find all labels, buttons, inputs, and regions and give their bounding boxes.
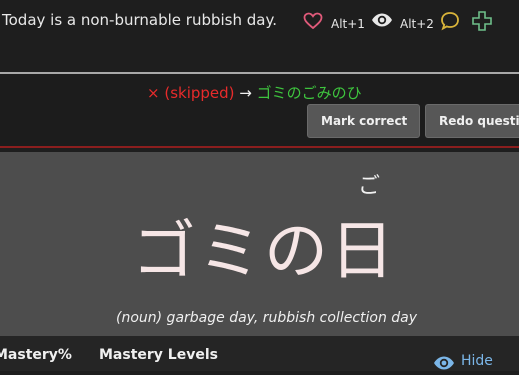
speech-bubble-icon[interactable] [440, 11, 460, 35]
vocab-meaning: (noun) garbage day, rubbish collection d… [116, 310, 418, 326]
vocab-word: ゴミの日 [132, 215, 396, 289]
alt2-label: Alt+2 [400, 17, 434, 31]
eye-icon[interactable] [433, 355, 455, 375]
skipped-mark: × (skipped) [147, 84, 235, 102]
furigana: ご [358, 174, 381, 199]
divider-red [0, 146, 519, 148]
bottom-tab-bar: Mastery% Mastery Levels Hide [0, 336, 519, 371]
answer-result: × (skipped) → ゴミのごみのひ [147, 82, 362, 103]
eye-icon[interactable] [371, 12, 393, 32]
tab-mastery-percent[interactable]: Mastery% [0, 347, 72, 363]
plus-icon[interactable] [471, 10, 493, 36]
heart-icon[interactable] [303, 12, 323, 34]
redo-question-button[interactable]: Redo question [425, 104, 519, 138]
sentence-bar: Today is a non-burnable rubbish day. Alt… [0, 0, 519, 72]
sentence-text: Today is a non-burnable rubbish day. [2, 11, 277, 29]
vocab-card: ご ゴミの日 (noun) garbage day, rubbish colle… [0, 152, 519, 336]
mark-correct-button[interactable]: Mark correct [307, 104, 420, 138]
answer-bar: × (skipped) → ゴミのごみのひ Mark correct Redo … [0, 74, 519, 146]
correct-answer: ゴミのごみのひ [256, 84, 362, 102]
tab-mastery-levels[interactable]: Mastery Levels [99, 347, 218, 363]
hide-link[interactable]: Hide [461, 353, 493, 369]
arrow-icon: → [239, 84, 252, 102]
alt1-label: Alt+1 [331, 17, 365, 31]
